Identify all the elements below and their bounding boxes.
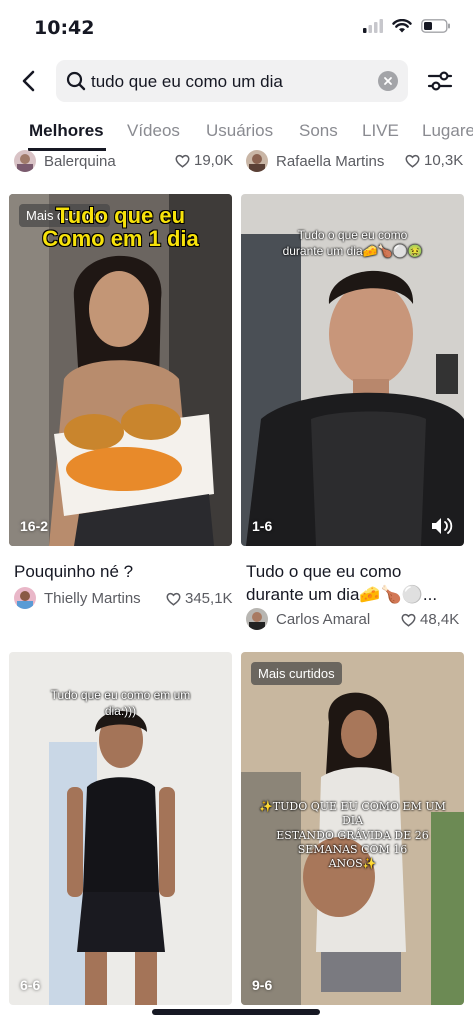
search-icon [66, 71, 86, 91]
avatar [246, 150, 268, 172]
video-text-overlay: Tudo o que eu como durante um dia🧀🍗⚪🤢 [282, 228, 423, 258]
avatar [14, 150, 36, 172]
clear-search-button[interactable] [378, 71, 398, 91]
status-time: 10:42 [34, 17, 95, 39]
chevron-left-icon [22, 70, 35, 92]
video-card[interactable]: Mais curtidos ✨TUDO QUE EU COMO EM UM DI… [241, 652, 464, 1005]
search-tabs: Melhores Vídeos Usuários Sons LIVE Lugar… [0, 110, 473, 152]
status-icons [363, 19, 451, 33]
tab-videos[interactable]: Vídeos [127, 121, 180, 141]
photo-count: 16-2 [20, 518, 49, 534]
sliders-icon [427, 71, 453, 91]
heart-icon [405, 154, 420, 168]
video-card[interactable]: Mais curtidos Tudo que eu Como em 1 dia 1… [9, 194, 232, 546]
tab-sons[interactable]: Sons [299, 121, 338, 141]
author-row[interactable]: Balerquina [14, 150, 116, 172]
author-row[interactable]: Rafaella Martins [246, 150, 384, 172]
avatar [246, 608, 268, 630]
close-icon [384, 77, 392, 85]
battery-icon [421, 19, 450, 33]
author-row[interactable]: Thielly Martins [14, 587, 141, 609]
author-name: Thielly Martins [44, 589, 141, 607]
video-text-overlay: Tudo que eu como em um dia:))) [50, 688, 191, 718]
like-count: 19,0K [175, 152, 233, 169]
home-indicator [152, 1009, 320, 1015]
volume-icon[interactable] [430, 516, 454, 536]
photo-count: 1-6 [252, 518, 273, 534]
video-card[interactable]: Tudo o que eu como durante um dia🧀🍗⚪🤢 1-6 [241, 194, 464, 546]
like-count: 345,1K [166, 590, 233, 607]
like-count: 48,4K [401, 611, 459, 628]
author-row[interactable]: Carlos Amaral [246, 608, 370, 630]
video-card[interactable]: Tudo que eu como em um dia:))) 6-6 [9, 652, 232, 1005]
heart-icon [166, 592, 181, 606]
like-count-value: 345,1K [185, 590, 233, 607]
like-count-value: 10,3K [424, 152, 464, 169]
author-name: Carlos Amaral [276, 610, 371, 628]
tab-melhores[interactable]: Melhores [29, 121, 104, 141]
like-count-value: 19,0K [194, 152, 234, 169]
tab-usuarios[interactable]: Usuários [206, 121, 273, 141]
author-name: Balerquina [44, 152, 116, 170]
wifi-icon [392, 19, 412, 33]
back-button[interactable] [14, 66, 42, 96]
most-liked-badge: Mais curtidos [251, 662, 342, 685]
like-count-value: 48,4K [420, 611, 460, 628]
video-text-overlay: Tudo que eu Como em 1 dia [42, 203, 199, 252]
video-caption: Tudo o que eu como durante um dia🧀🍗⚪... [246, 562, 438, 604]
avatar [14, 587, 36, 609]
photo-count: 6-6 [20, 977, 41, 993]
video-text-overlay: ✨TUDO QUE EU COMO EM UM DIA ESTANDO GRÁVI… [259, 800, 446, 871]
photo-count: 9-6 [252, 977, 273, 993]
search-query: tudo que eu como um dia [91, 72, 283, 91]
tab-lugares[interactable]: Lugares [422, 121, 473, 141]
heart-icon [175, 154, 190, 168]
search-header: tudo que eu como um dia [0, 56, 473, 106]
video-caption: Pouquinho né ? [14, 562, 134, 581]
like-count: 10,3K [405, 152, 463, 169]
search-input[interactable]: tudo que eu como um dia [56, 60, 408, 102]
author-name: Rafaella Martins [276, 152, 385, 170]
status-bar: 10:42 [0, 0, 473, 56]
filter-button[interactable] [426, 68, 454, 94]
tab-live[interactable]: LIVE [362, 121, 399, 141]
heart-icon [401, 613, 416, 627]
cellular-signal-icon [363, 19, 383, 33]
